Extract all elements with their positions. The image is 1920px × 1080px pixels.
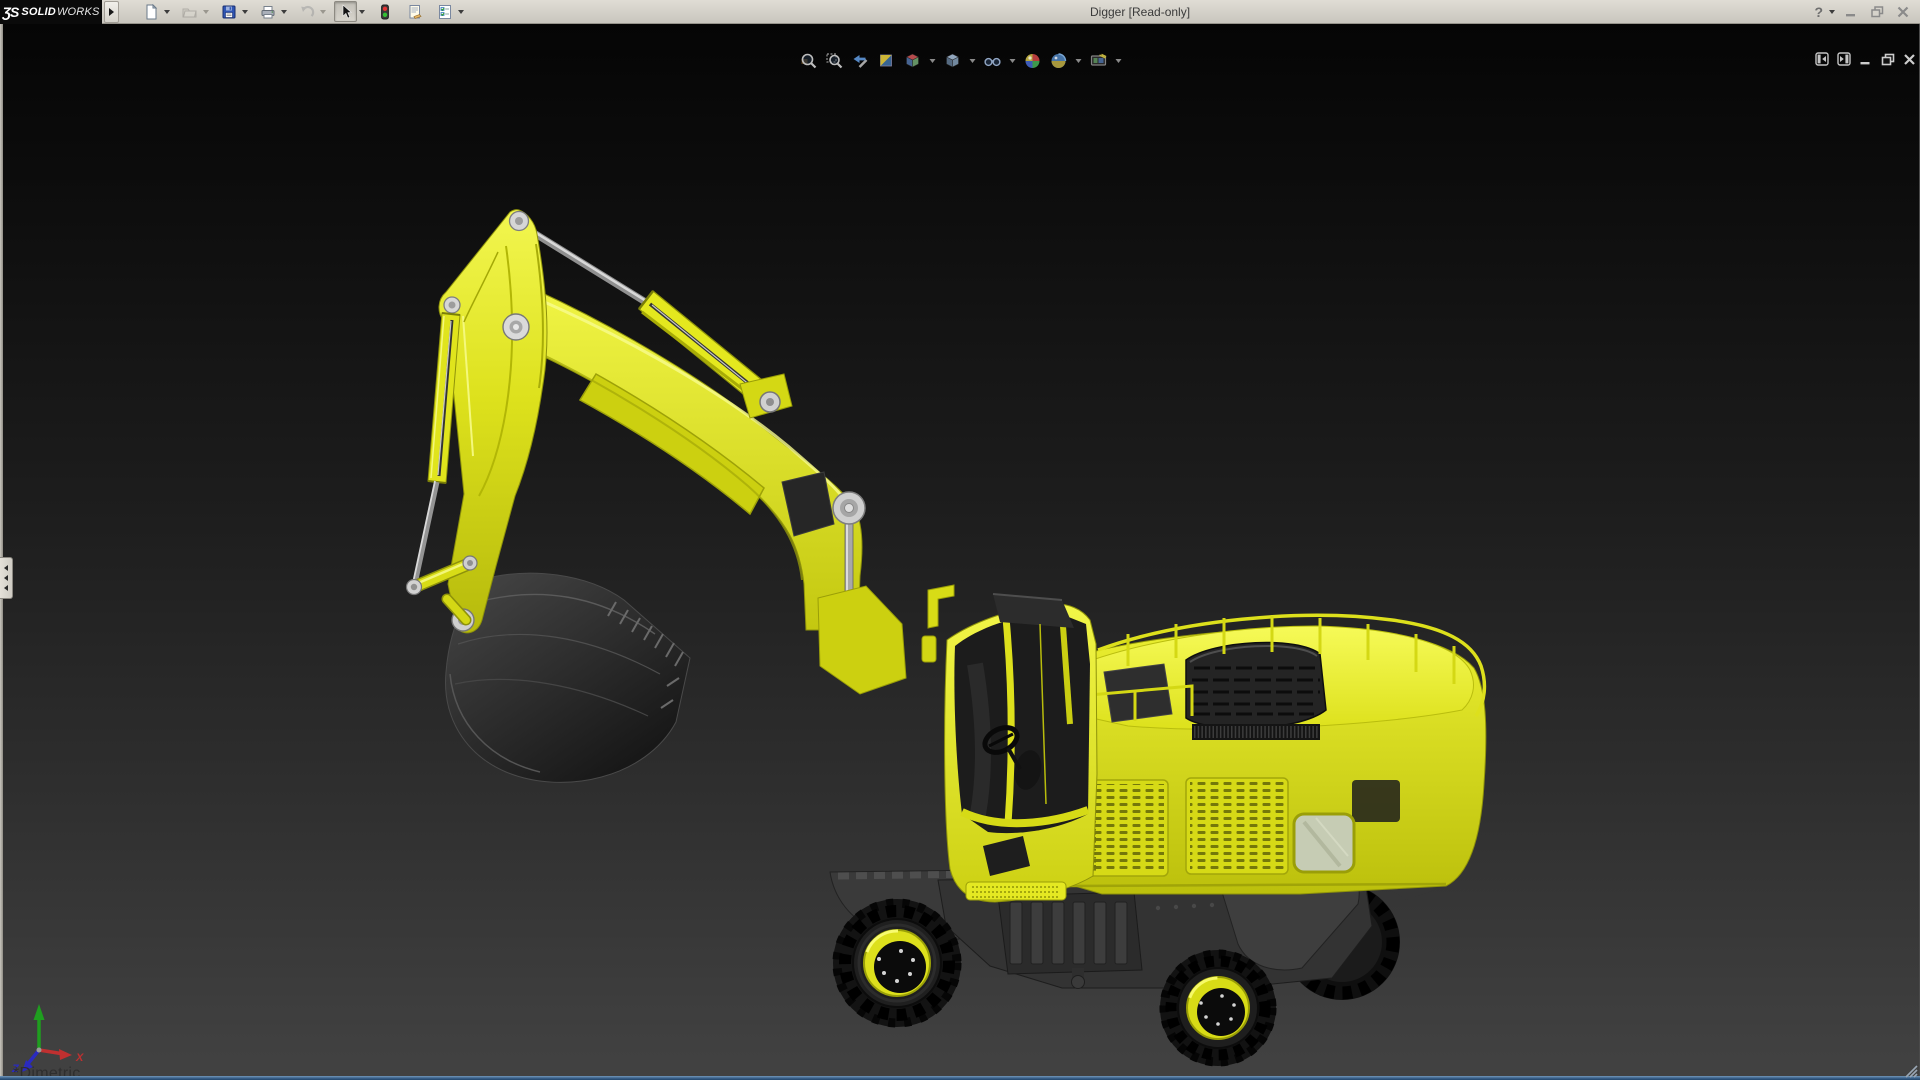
engine-cover[interactable] [1185, 641, 1327, 730]
logo-works-text: WORKS [56, 5, 100, 18]
resize-grip[interactable] [1902, 1064, 1918, 1078]
appearance-ball-icon [1025, 53, 1039, 68]
section-view-icon [879, 54, 892, 66]
view-settings-button[interactable] [1088, 51, 1109, 71]
apply-scene-dropdown[interactable] [1074, 50, 1083, 71]
display-style-button[interactable] [942, 51, 963, 71]
view-settings-icon [1090, 53, 1106, 66]
minimize-icon [1846, 14, 1855, 17]
new-dropdown[interactable] [162, 1, 171, 22]
heads-up-view-toolbar [798, 50, 1123, 71]
options-dropdown[interactable] [456, 1, 465, 22]
boom-elbow-pivot[interactable] [832, 491, 866, 525]
view-settings-dropdown[interactable] [1114, 50, 1123, 71]
previous-view-icon [853, 54, 867, 68]
wheel-front-right[interactable] [1159, 949, 1277, 1067]
window-title: Digger [Read-only] [1090, 5, 1191, 19]
print-dropdown[interactable] [279, 1, 288, 22]
engine-vent-strip [1192, 724, 1320, 740]
cab-handrail [927, 584, 955, 629]
menu-flyout-button[interactable] [104, 0, 119, 23]
section-view-button[interactable] [876, 51, 897, 71]
zoom-to-fit-icon [801, 53, 816, 68]
restore-icon [1870, 6, 1883, 18]
select-button[interactable] [334, 1, 357, 22]
logo-solid-text: SOLID [21, 5, 56, 18]
app-minimize-button[interactable] [1840, 3, 1862, 21]
rear-window [1292, 812, 1356, 874]
feature-manager-collapsed-tab[interactable] [0, 557, 13, 599]
title-bar: ƷS SOLID WORKS Digger [Read-only] ? [0, 0, 1920, 24]
display-style-cube-icon [945, 53, 959, 67]
undo-button[interactable] [295, 1, 318, 22]
rebuild-button[interactable] [373, 1, 396, 22]
collapse-arrow-icon [4, 575, 8, 581]
select-cursor-icon [342, 3, 352, 18]
collapse-left-pane-icon[interactable] [1815, 52, 1829, 66]
hide-show-items-dropdown[interactable] [1008, 50, 1017, 71]
open-folder-icon [182, 8, 197, 17]
cab[interactable] [921, 584, 1098, 903]
view-orientation-dropdown[interactable] [928, 50, 937, 71]
main-toolbar [139, 1, 472, 22]
apply-scene-button[interactable] [1048, 51, 1069, 71]
status-bar-edge [0, 1076, 1920, 1080]
doc-restore-button[interactable] [1881, 53, 1895, 66]
help-dropdown[interactable] [1827, 2, 1836, 23]
wheel-front-left[interactable] [832, 898, 962, 1028]
file-properties-button[interactable] [403, 1, 426, 22]
new-document-icon [146, 3, 157, 19]
new-button[interactable] [139, 1, 162, 22]
help-icon[interactable]: ? [1814, 0, 1823, 24]
eyeglasses-icon [983, 57, 1001, 66]
undo-icon [300, 5, 314, 17]
y-axis-arrow [33, 1004, 45, 1020]
excavator-model[interactable]: X Z [0, 48, 1920, 1080]
edit-appearance-button[interactable] [1022, 51, 1043, 71]
flyout-arrow-icon [109, 7, 114, 16]
x-axis-label: X [75, 1052, 84, 1064]
select-dropdown[interactable] [357, 1, 366, 22]
options-checklist-icon [438, 4, 451, 19]
save-button[interactable] [217, 1, 240, 22]
view-orientation-button[interactable] [902, 51, 923, 71]
print-icon [261, 5, 274, 18]
zoom-to-area-icon [825, 52, 842, 68]
undo-dropdown[interactable] [318, 1, 327, 22]
solidworks-logo: ƷS SOLID WORKS [0, 0, 102, 24]
previous-view-button[interactable] [850, 51, 871, 71]
app-restore-button[interactable] [1866, 3, 1888, 21]
collapse-arrow-icon [4, 565, 8, 571]
close-icon [1897, 6, 1909, 18]
upper-body[interactable] [1057, 613, 1487, 895]
logo-ds-mark: ƷS [2, 3, 19, 20]
options-button[interactable] [433, 1, 456, 22]
hide-show-items-button[interactable] [982, 51, 1003, 71]
doc-close-button[interactable] [1903, 53, 1916, 66]
boom-foot[interactable] [817, 585, 907, 695]
app-close-button[interactable] [1892, 3, 1914, 21]
open-button[interactable] [178, 1, 201, 22]
file-properties-icon [409, 4, 422, 19]
save-icon [222, 5, 235, 18]
document-window-controls [1815, 52, 1916, 66]
print-button[interactable] [256, 1, 279, 22]
collapse-right-pane-icon[interactable] [1837, 52, 1851, 66]
open-dropdown[interactable] [201, 1, 210, 22]
view-orientation-cube-icon [905, 53, 919, 67]
doc-minimize-button[interactable] [1859, 53, 1873, 66]
display-style-dropdown[interactable] [968, 50, 977, 71]
rebuild-traffic-light-icon [380, 4, 389, 19]
left-window-border [0, 24, 3, 1080]
zoom-to-area-button[interactable] [824, 51, 845, 71]
graphics-viewport[interactable]: X Z *Dimetric [0, 24, 1920, 1080]
save-dropdown[interactable] [240, 1, 249, 22]
zoom-to-fit-button[interactable] [798, 51, 819, 71]
collapse-arrow-icon [4, 585, 8, 591]
x-axis-arrow [59, 1049, 72, 1060]
scene-ball-icon [1051, 52, 1066, 68]
